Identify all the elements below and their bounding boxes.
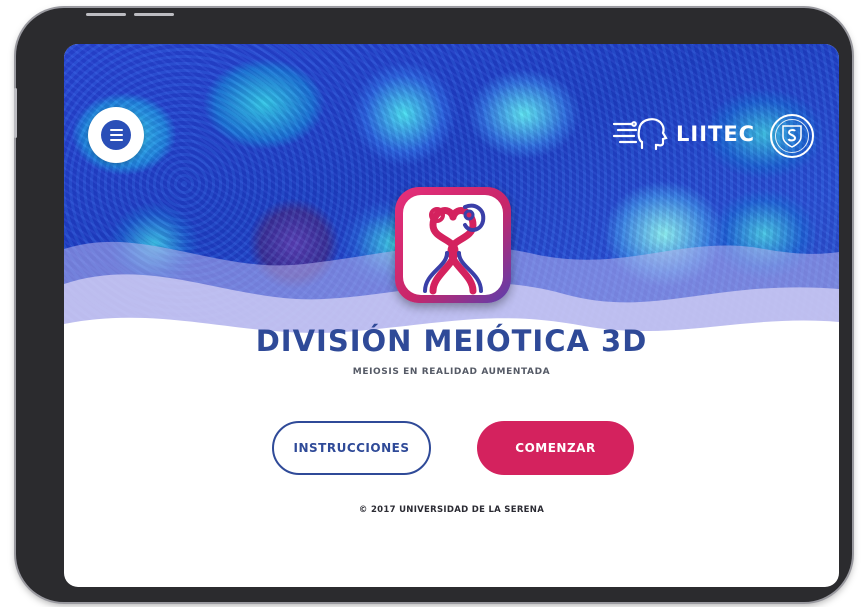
dna-chromosome-icon bbox=[423, 203, 486, 295]
app-logo-icon bbox=[395, 187, 511, 303]
tablet-top-button bbox=[134, 13, 174, 16]
liitec-logo-text: LIITEC bbox=[676, 122, 756, 146]
tablet-frame: LIITEC DIVISIÓN MEIÓTICA 3D MEIOSIS EN R… bbox=[14, 8, 852, 602]
liitec-logo: LIITEC bbox=[612, 114, 755, 154]
copyright-text: © 2017 UNIVERSIDAD DE LA SERENA bbox=[358, 505, 545, 515]
app-subtitle: MEIOSIS EN REALIDAD AUMENTADA bbox=[352, 367, 551, 377]
start-button[interactable]: COMENZAR bbox=[477, 421, 634, 475]
menu-button[interactable] bbox=[88, 107, 144, 163]
app-screen: LIITEC DIVISIÓN MEIÓTICA 3D MEIOSIS EN R… bbox=[64, 44, 839, 587]
instructions-button[interactable]: INSTRUCCIONES bbox=[272, 421, 431, 475]
hamburger-menu-icon bbox=[101, 120, 131, 150]
university-seal-icon bbox=[770, 114, 814, 158]
ai-head-circuit-icon bbox=[612, 118, 668, 151]
app-title: DIVISIÓN MEIÓTICA 3D bbox=[255, 324, 648, 358]
tablet-top-button bbox=[86, 13, 126, 16]
tablet-side-button bbox=[14, 88, 17, 138]
